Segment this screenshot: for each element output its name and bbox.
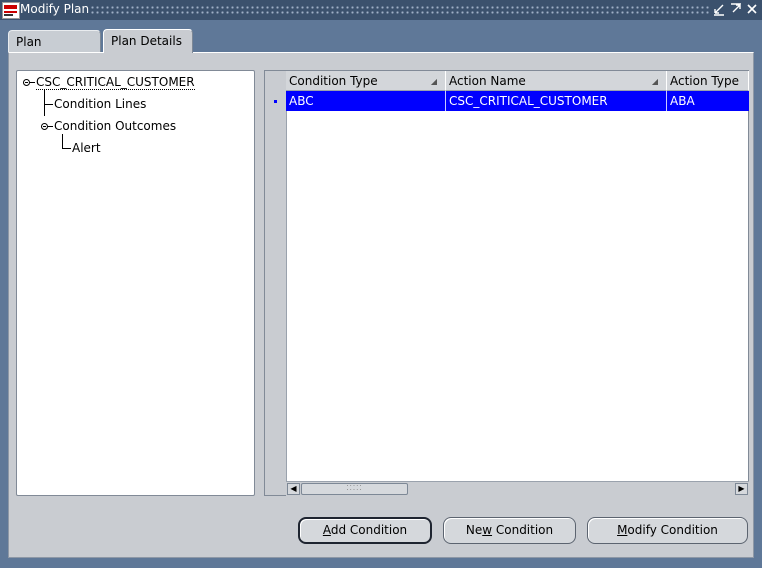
column-header-action-type[interactable]: Action Type: [667, 71, 749, 91]
tree-node-label: Condition Lines: [54, 97, 147, 111]
current-row-indicator: [274, 100, 277, 103]
new-condition-button[interactable]: New Condition: [443, 517, 576, 544]
window-titlebar[interactable]: Modify Plan: [0, 0, 762, 20]
button-label: dd Condition: [330, 523, 408, 537]
tab-plan-headers[interactable]: Plan Headers: [8, 30, 101, 71]
add-condition-button[interactable]: Add Condition: [298, 517, 432, 544]
tree-connector: [44, 89, 45, 105]
table-row[interactable]: ABC CSC_CRITICAL_CUSTOMER ABA: [286, 91, 749, 111]
button-mnemonic: w: [482, 523, 493, 537]
minimize-icon[interactable]: [712, 2, 726, 18]
scroll-right-icon[interactable]: ▶: [735, 483, 748, 495]
tree-node-label: Alert: [72, 141, 101, 155]
column-header-condition-type[interactable]: Condition Type ◢: [286, 71, 446, 91]
oracle-app-icon: [2, 2, 20, 19]
tree-node-label: Condition Outcomes: [54, 119, 177, 133]
sort-icon: ◢: [430, 77, 437, 86]
tree-node-condition-lines[interactable]: Condition Lines: [54, 97, 146, 111]
conditions-table[interactable]: Condition Type ◢ Action Name ◢ Action Ty…: [264, 70, 749, 496]
column-header-label: Action Name: [449, 74, 526, 88]
tree-connector: [44, 105, 45, 116]
row-selector-column[interactable]: [265, 71, 287, 495]
titlebar-grip: [90, 5, 710, 15]
column-header-label: Condition Type: [289, 74, 378, 88]
maximize-icon[interactable]: [729, 2, 743, 18]
tree-node-condition-outcomes[interactable]: Condition Outcomes: [54, 119, 176, 133]
column-header-action-name[interactable]: Action Name ◢: [446, 71, 667, 91]
scroll-left-icon[interactable]: ◀: [287, 483, 300, 495]
button-label: odify Condition: [627, 523, 718, 537]
tab-plan-details[interactable]: Plan Details: [103, 29, 193, 53]
tab-label: Plan Details: [111, 34, 182, 48]
tree-connector: [62, 148, 71, 149]
cell-action-type[interactable]: ABA: [667, 91, 749, 111]
tree-node-label: CSC_CRITICAL_CUSTOMER: [36, 75, 195, 90]
tree-node-alert[interactable]: Alert: [72, 141, 101, 155]
tree-connector: [30, 82, 35, 83]
close-icon[interactable]: [745, 2, 759, 18]
cell-action-name[interactable]: CSC_CRITICAL_CUSTOMER: [446, 91, 667, 111]
tree-connector: [48, 126, 53, 127]
tree-connector: [62, 134, 63, 149]
button-label: Condition: [492, 523, 554, 537]
tree-node-root[interactable]: CSC_CRITICAL_CUSTOMER: [36, 75, 195, 90]
collapse-icon[interactable]: [41, 123, 48, 130]
modify-condition-button[interactable]: Modify Condition: [587, 517, 748, 544]
tree-connector: [44, 104, 53, 105]
window-title: Modify Plan: [20, 2, 90, 16]
plan-tree[interactable]: CSC_CRITICAL_CUSTOMER Condition Lines Co…: [16, 70, 255, 496]
horizontal-scrollbar[interactable]: ◀ ⁚⁚⁚⁚⁚ ▶: [286, 481, 749, 496]
button-mnemonic: M: [617, 523, 628, 537]
cell-condition-type[interactable]: ABC: [286, 91, 446, 111]
button-label: Ne: [465, 523, 483, 537]
column-header-label: Action Type: [670, 74, 739, 88]
button-mnemonic: A: [322, 523, 331, 537]
collapse-icon[interactable]: [23, 79, 30, 86]
sort-icon: ◢: [651, 77, 658, 86]
scroll-thumb[interactable]: ⁚⁚⁚⁚⁚: [301, 483, 408, 495]
